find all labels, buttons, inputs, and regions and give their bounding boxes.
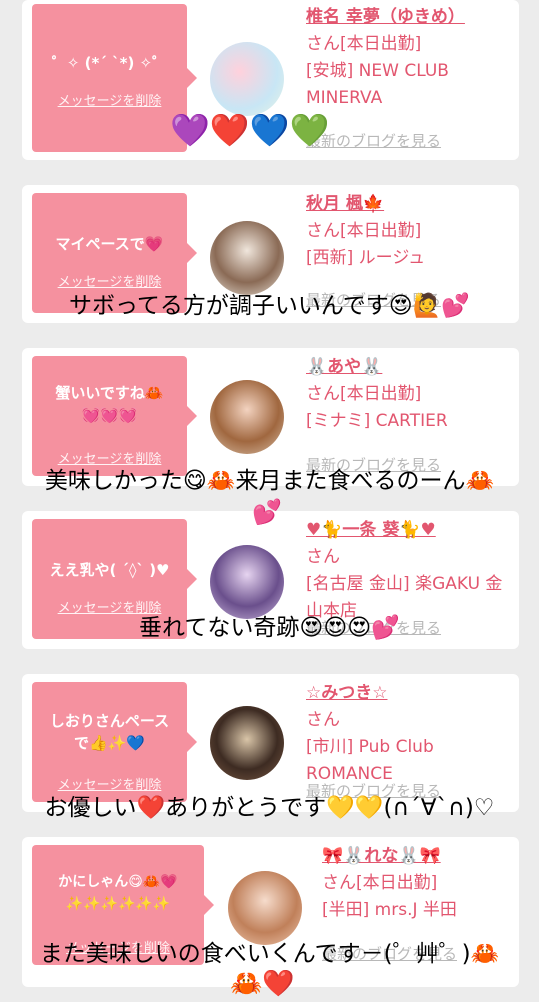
overlay-caption-5-tail: 🦀❤️ bbox=[230, 969, 295, 999]
overlay-caption-2: 美味しかった😋🦀来月また食べるのーん🦀 bbox=[44, 468, 495, 494]
card-5: しおりさんペースで👍✨💙 メッセージを削除 ☆みつき☆ さん [市川] Pub … bbox=[22, 674, 519, 812]
shop-name[interactable]: [半田] mrs.J 半田 bbox=[322, 897, 516, 924]
cast-name[interactable]: 秋月 楓🍁 bbox=[306, 191, 516, 218]
message-bubble: ゜✧ (*´ `*) ✧゜ メッセージを削除 bbox=[32, 4, 197, 152]
bubble-message: ええ乳や( ´◊` )♥ bbox=[49, 561, 170, 579]
avatar[interactable] bbox=[210, 380, 284, 454]
avatar[interactable] bbox=[210, 221, 284, 295]
overlay-caption-4: お優しい❤️ありがとうです💛💛(∩´∀`∩)♡ bbox=[44, 795, 495, 821]
avatar[interactable] bbox=[210, 42, 284, 116]
cast-status: さん bbox=[306, 547, 340, 567]
cast-name[interactable]: 椎名 幸夢（ゆきめ） bbox=[306, 4, 516, 31]
cast-name[interactable]: ♥🐈一条 葵🐈♥ bbox=[306, 517, 516, 544]
bubble-message: マイペースで💗 bbox=[55, 235, 164, 253]
bubble-message: かにしゃん😋🦀💗✨✨✨✨✨✨ bbox=[58, 874, 178, 912]
message-bubble: しおりさんペースで👍✨💙 メッセージを削除 bbox=[32, 682, 197, 802]
overlay-caption-2-tail: 💕 bbox=[252, 498, 282, 526]
shop-name[interactable]: [ミナミ] CARTIER bbox=[306, 408, 516, 435]
cast-status: さん bbox=[306, 710, 340, 730]
avatar[interactable] bbox=[210, 545, 284, 619]
cast-status: さん[本日出勤] bbox=[306, 34, 422, 54]
message-bubble: 蟹いいですね🦀💓💓💓 メッセージを削除 bbox=[32, 356, 197, 476]
cast-name[interactable]: 🎀🐰れな🐰🎀 bbox=[322, 843, 516, 870]
overlay-caption-3: 垂れてない奇跡😍😍😍💕 bbox=[139, 615, 400, 641]
hearts-emoji-row: 💜❤️💙💚 bbox=[170, 111, 330, 149]
bubble-message: しおりさんペースで👍✨💙 bbox=[49, 712, 170, 752]
cast-status: さん[本日出勤] bbox=[322, 873, 438, 893]
delete-message-link[interactable]: メッセージを削除 bbox=[32, 448, 187, 467]
delete-message-link[interactable]: メッセージを削除 bbox=[32, 90, 187, 109]
cast-status: さん[本日出勤] bbox=[306, 384, 422, 404]
avatar[interactable] bbox=[228, 871, 302, 945]
bubble-message: 蟹いいですね🦀💓💓💓 bbox=[55, 384, 164, 424]
shop-name[interactable]: [安城] NEW CLUB MINERVA bbox=[306, 58, 516, 112]
cast-status: さん[本日出勤] bbox=[306, 221, 422, 241]
overlay-caption-5: また美味しいの食べいくんです－(゜艸゜)🦀 bbox=[39, 941, 500, 967]
bubble-message: ゜✧ (*´ `*) ✧゜ bbox=[51, 54, 168, 72]
delete-message-link[interactable]: メッセージを削除 bbox=[32, 774, 187, 793]
cast-name[interactable]: ☆みつき☆ bbox=[306, 680, 516, 707]
avatar[interactable] bbox=[210, 706, 284, 780]
shop-name[interactable]: [西新] ルージュ bbox=[306, 245, 516, 272]
overlay-caption-1: サボってる方が調子いいんです😍🙋💕 bbox=[69, 293, 470, 319]
delete-message-link[interactable]: メッセージを削除 bbox=[32, 271, 187, 290]
cast-name[interactable]: 🐰あや🐰 bbox=[306, 354, 516, 381]
